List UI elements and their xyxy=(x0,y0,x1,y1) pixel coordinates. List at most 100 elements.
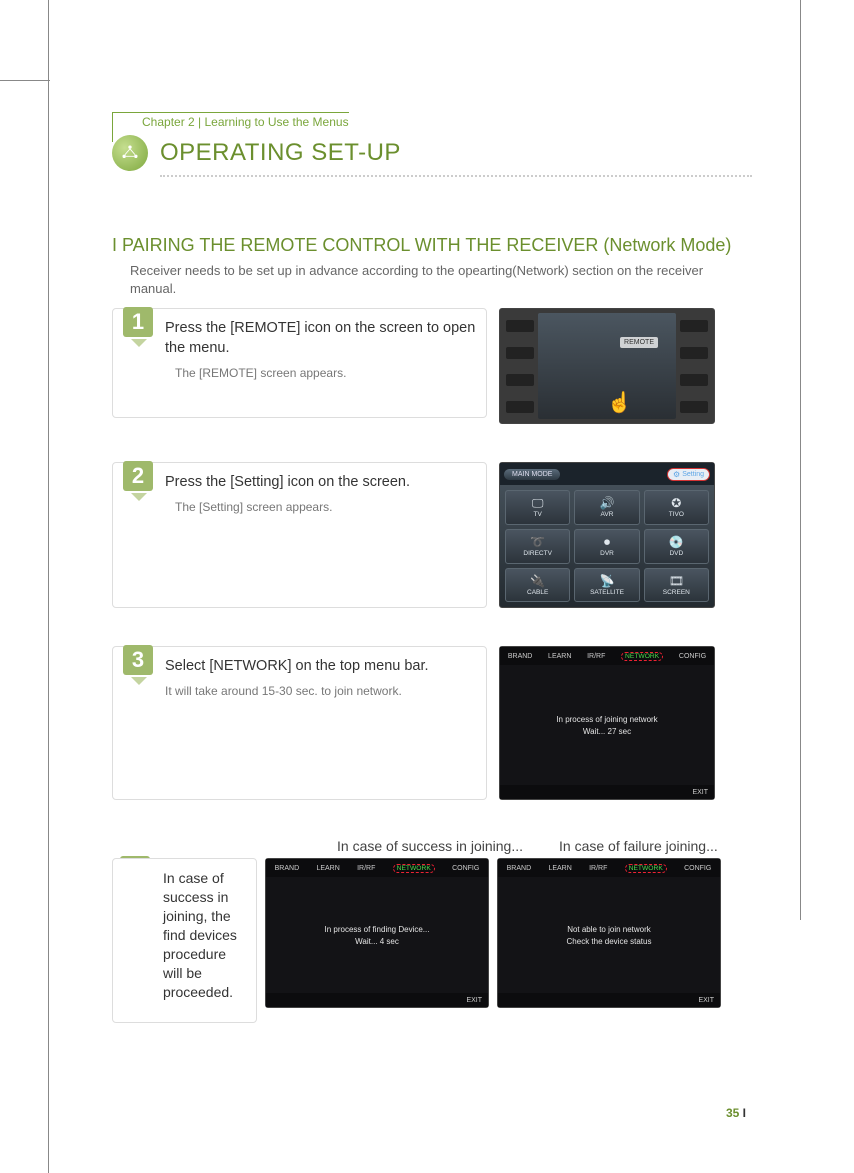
step-2-title: Press the [Setting] icon on the screen. xyxy=(165,473,476,493)
page-number-bar: I xyxy=(743,1106,746,1120)
mock-button xyxy=(506,347,534,359)
page-number-value: 35 xyxy=(726,1106,739,1120)
failure-case-label: In case of failure joining... xyxy=(559,838,718,854)
dvd-icon: 💿 xyxy=(669,536,684,548)
grid-label: DVR xyxy=(600,550,614,557)
chapter-label: Chapter 2 | Learning to Use the Menus xyxy=(112,112,752,131)
grid-label: DVD xyxy=(669,550,683,557)
menu-config: CONFIG xyxy=(679,653,706,660)
step-4-screenshot-success: BRAND LEARN IR/RF NETWORK CONFIG In proc… xyxy=(265,858,489,1008)
step-3-sub: It will take around 15-30 sec. to join n… xyxy=(165,683,476,700)
step-3-box: 3 Select [NETWORK] on the top menu bar. … xyxy=(112,646,487,800)
grid-cell-cable: 🔌CABLE xyxy=(505,568,570,603)
grid-cell-directv: ➰ DIRECTV xyxy=(505,529,570,564)
pointer-hand-icon: ☝ xyxy=(607,390,632,415)
remote-label: REMOTE xyxy=(620,337,658,348)
heading-row: OPERATING SET-UP xyxy=(112,135,752,171)
screen-icon: 🎞 xyxy=(669,575,684,587)
success-case-label: In case of success in joining... xyxy=(337,838,547,854)
grid-body: 🖵TV 🔊AVR ✪TIVO ➰DIRECTV ⏺DVR 💿DVD 🔌CABLE… xyxy=(500,485,714,607)
step-2-box: 2 Press the [Setting] icon on the screen… xyxy=(112,462,487,608)
step-4-screenshot-failure: BRAND LEARN IR/RF NETWORK CONFIG Not abl… xyxy=(497,858,721,1008)
step-2-row: 2 Press the [Setting] icon on the screen… xyxy=(112,462,752,608)
step-1-box: 1 Press the [REMOTE] icon on the screen … xyxy=(112,308,487,418)
menu-circle-icon xyxy=(112,135,148,171)
dark-line1: In process of joining network xyxy=(556,715,657,724)
dark-menu-bar-a: BRAND LEARN IR/RF NETWORK CONFIG xyxy=(266,859,488,877)
menu-brand: BRAND xyxy=(275,865,300,872)
step-3-number: 3 xyxy=(123,645,155,685)
grid-cell-screen: 🎞 SCREEN xyxy=(644,568,709,603)
margin-tick xyxy=(0,80,50,81)
exit-label: EXIT xyxy=(692,789,708,796)
menu-irrf: IR/RF xyxy=(587,653,605,660)
grid-cell-satellite: 📡SATELLITE xyxy=(574,568,639,603)
grid-label: TV xyxy=(534,511,542,518)
section-intro: Receiver needs to be set up in advance a… xyxy=(130,262,752,298)
step-3-row: 3 Select [NETWORK] on the top menu bar. … xyxy=(112,646,752,800)
step-3-screenshot: BRAND LEARN IR/RF NETWORK CONFIG In proc… xyxy=(499,646,715,800)
page-title: OPERATING SET-UP xyxy=(160,139,401,167)
menu-brand: BRAND xyxy=(507,865,532,872)
directv-icon: ➰ xyxy=(530,536,545,548)
dark4a-line1: In process of finding Device... xyxy=(325,925,430,934)
step-4-row: 4 In case of success in joining, the fin… xyxy=(112,858,752,1022)
step-3-title: Select [NETWORK] on the top menu bar. xyxy=(165,657,476,677)
grid-cell-avr: 🔊 AVR xyxy=(574,490,639,525)
dark-menu-bar: BRAND LEARN IR/RF NETWORK CONFIG xyxy=(500,647,714,665)
cable-icon: 🔌 xyxy=(530,575,545,587)
grid-cell-dvr: ⏺ DVR xyxy=(574,529,639,564)
step-1-badge: 1 xyxy=(123,307,153,337)
step-3-badge: 3 xyxy=(123,645,153,675)
mock-button xyxy=(680,320,708,332)
section-heading: I PAIRING THE REMOTE CONTROL WITH THE RE… xyxy=(112,235,752,256)
grid-cell-dvd: 💿 DVD xyxy=(644,529,709,564)
menu-network-highlight: NETWORK xyxy=(621,652,663,661)
mock-button xyxy=(506,374,534,386)
menu-config: CONFIG xyxy=(684,865,711,872)
grid-cell-tivo: ✪TIVO xyxy=(644,490,709,525)
dark-line2: Wait... 27 sec xyxy=(583,727,631,736)
step-1-row: 1 Press the [REMOTE] icon on the screen … xyxy=(112,308,752,424)
step-2-screenshot: MAIN MODE Setting 🖵TV 🔊AVR ✪TIVO ➰DIRECT… xyxy=(499,462,715,608)
dark-footer-a: EXIT xyxy=(266,993,488,1007)
grid-label: SCREEN xyxy=(663,589,690,596)
margin-line-right xyxy=(800,0,801,920)
step-4-box: In case of success in joining, the find … xyxy=(112,858,257,1022)
grid-label: AVR xyxy=(601,511,614,518)
menu-learn: LEARN xyxy=(548,865,571,872)
menu-config: CONFIG xyxy=(452,865,479,872)
menu-learn: LEARN xyxy=(548,653,571,660)
avr-icon: 🔊 xyxy=(600,497,615,509)
grid-label: DIRECTV xyxy=(523,550,552,557)
menu-learn: LEARN xyxy=(316,865,339,872)
tivo-icon: ✪ xyxy=(671,497,681,509)
mock-button xyxy=(506,401,534,413)
step-1-screenshot: REMOTE ☝ xyxy=(499,308,715,424)
step-1-arrow-icon xyxy=(131,339,147,347)
mock-button xyxy=(680,347,708,359)
chapter-text: Chapter 2 | Learning to Use the Menus xyxy=(142,112,349,129)
dark4b-line2: Check the device status xyxy=(567,937,652,946)
case-labels-row: In case of success in joining... In case… xyxy=(112,838,752,854)
dark-footer-b: EXIT xyxy=(498,993,720,1007)
mock-button xyxy=(506,320,534,332)
step-4-title: In case of success in joining, the find … xyxy=(163,869,246,1001)
margin-line-left xyxy=(48,0,49,1173)
grid-label: SATELLITE xyxy=(590,589,624,596)
page-number: 35 I xyxy=(726,1106,746,1120)
dark-footer: EXIT xyxy=(500,785,714,799)
dark4a-line2: Wait... 4 sec xyxy=(355,937,399,946)
step-1-title: Press the [REMOTE] icon on the screen to… xyxy=(165,319,476,358)
step-1-sub: The [REMOTE] screen appears. xyxy=(175,365,476,382)
step-1-number: 1 xyxy=(123,307,155,347)
title-underline xyxy=(160,175,752,177)
step-2-badge: 2 xyxy=(123,461,153,491)
dark-body-a: In process of finding Device... Wait... … xyxy=(266,877,488,993)
dark4b-line1: Not able to join network xyxy=(567,925,651,934)
main-mode-tab: MAIN MODE xyxy=(504,469,560,480)
dvr-icon: ⏺ xyxy=(604,536,610,548)
menu-network-highlight: NETWORK xyxy=(625,864,667,873)
dark-body: In process of joining network Wait... 27… xyxy=(500,665,714,785)
menu-irrf: IR/RF xyxy=(589,865,607,872)
